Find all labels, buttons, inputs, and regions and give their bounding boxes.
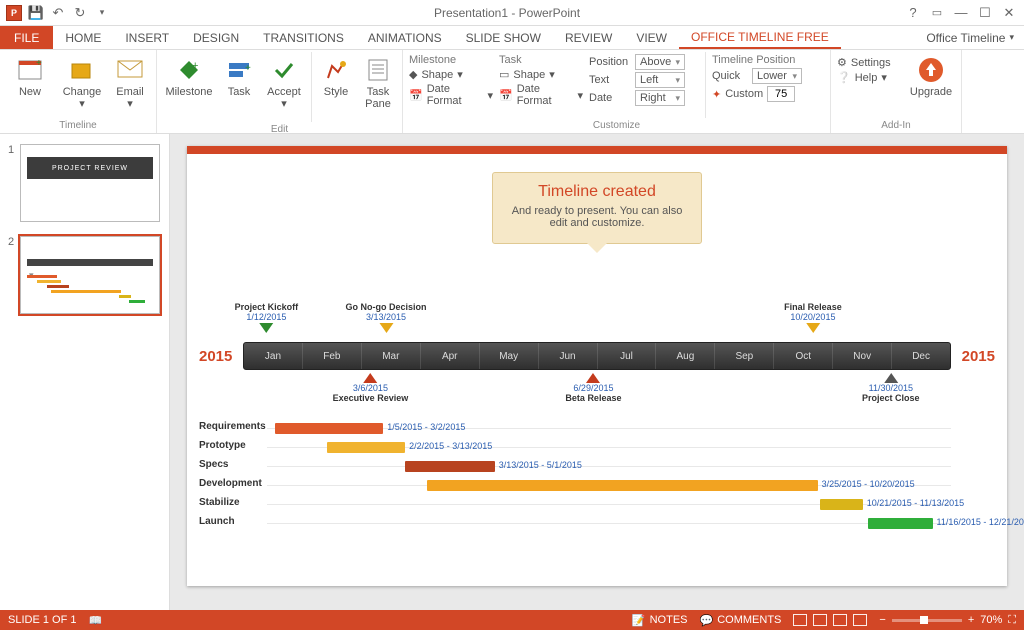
svg-text:+: + [192, 60, 198, 72]
zoom-level[interactable]: 70% [980, 614, 1002, 626]
milestone-go-no-go-decision[interactable]: Go No-go Decision3/13/2015 [346, 302, 427, 333]
tab-home[interactable]: HOME [53, 26, 113, 49]
milestone-beta-release[interactable]: 6/29/2015Beta Release [565, 372, 621, 403]
office-timeline-menu[interactable]: Office Timeline ▾ [916, 26, 1024, 49]
ribbon-options-icon[interactable]: ▭ [926, 3, 948, 23]
slide-indicator: SLIDE 1 OF 1 [8, 614, 76, 626]
notes-button[interactable]: 📝 NOTES [632, 614, 688, 627]
tab-animations[interactable]: ANIMATIONS [356, 26, 454, 49]
window-title: Presentation1 - PowerPoint [112, 6, 902, 20]
tab-file[interactable]: FILE [0, 26, 53, 49]
status-bar: SLIDE 1 OF 1 📖 📝 NOTES 💬 COMMENTS − + 70… [0, 610, 1024, 630]
qat-customize[interactable]: ▾ [92, 3, 112, 23]
task-button[interactable]: +Task [221, 52, 257, 98]
tab-slide-show[interactable]: SLIDE SHOW [454, 26, 553, 49]
normal-view-icon[interactable] [793, 614, 807, 626]
task-development[interactable]: Development3/25/2015 - 10/20/2015 [187, 477, 951, 494]
svg-text:+: + [245, 63, 251, 74]
milestone-final-release[interactable]: Final Release10/20/2015 [784, 302, 842, 333]
tab-office-timeline-free[interactable]: OFFICE TIMELINE FREE [679, 26, 841, 49]
quick-select[interactable]: Lower [752, 68, 802, 84]
tab-review[interactable]: REVIEW [553, 26, 624, 49]
timeline-months: JanFebMarAprMayJunJulAugSepOctNovDec [243, 342, 951, 370]
reading-view-icon[interactable] [833, 614, 847, 626]
fit-window-icon[interactable]: ⛶ [1008, 614, 1016, 627]
close-icon[interactable]: ✕ [998, 3, 1020, 23]
task-shape-button[interactable]: ▭ Shape ▾ [499, 68, 583, 81]
milestone-project-close[interactable]: 11/30/2015Project Close [862, 372, 920, 403]
milestone-button[interactable]: +Milestone [163, 52, 215, 98]
position-select[interactable]: Above [635, 54, 685, 70]
thumbnail-2[interactable] [20, 236, 160, 314]
task-prototype[interactable]: Prototype2/2/2015 - 3/13/2015 [187, 439, 951, 456]
sorter-view-icon[interactable] [813, 614, 827, 626]
slide-canvas[interactable]: Timeline created And ready to present. Y… [187, 146, 1007, 586]
spellcheck-icon[interactable]: 📖 [88, 614, 102, 627]
ribbon-group-edit: +Milestone +Task Accept▾ Style Task Pane… [157, 50, 403, 133]
zoom-slider[interactable] [892, 619, 962, 622]
tab-transitions[interactable]: TRANSITIONS [251, 26, 356, 49]
qat-redo[interactable]: ↻ [70, 3, 90, 23]
text-select[interactable]: Left [635, 72, 685, 88]
app-icon[interactable]: P [4, 3, 24, 23]
qat-save[interactable]: 💾 [26, 3, 46, 23]
svg-text:+: + [36, 58, 42, 69]
minimize-icon[interactable]: — [950, 3, 972, 23]
task-specs[interactable]: Specs3/13/2015 - 5/1/2015 [187, 458, 951, 475]
slideshow-view-icon[interactable] [853, 614, 867, 626]
tab-design[interactable]: DESIGN [181, 26, 251, 49]
ribbon-group-customize: Milestone ◆ Shape ▾ 📅 Date Format ▾ Task… [403, 50, 831, 133]
settings-button[interactable]: ⚙ Settings [837, 56, 901, 69]
milestone-shape-button[interactable]: ◆ Shape ▾ [409, 68, 493, 81]
email-button[interactable]: Email▾ [110, 52, 150, 110]
tab-view[interactable]: VIEW [624, 26, 679, 49]
custom-position-input[interactable] [767, 86, 795, 102]
zoom-out-icon[interactable]: − [879, 614, 885, 626]
task-dateformat-button[interactable]: 📅 Date Format ▾ [499, 83, 583, 107]
milestone-project-kickoff[interactable]: Project Kickoff1/12/2015 [235, 302, 299, 333]
milestone-dateformat-button[interactable]: 📅 Date Format ▾ [409, 83, 493, 107]
ribbon-group-addin: ⚙ Settings ❔ Help ▾ Upgrade Add-In [831, 50, 962, 133]
task-requirements[interactable]: Requirements1/5/2015 - 3/2/2015 [187, 420, 951, 437]
slide-thumbnails: 1 PROJECT REVIEW 2 [0, 134, 170, 610]
comments-button[interactable]: 💬 COMMENTS [700, 614, 782, 627]
task-launch[interactable]: Launch11/16/2015 - 12/21/2015 [187, 515, 951, 532]
change-button[interactable]: Change▾ [60, 52, 104, 110]
new-button[interactable]: +New [6, 52, 54, 98]
maximize-icon[interactable]: ☐ [974, 3, 996, 23]
info-callout: Timeline created And ready to present. Y… [492, 172, 702, 244]
slide-editor[interactable]: Timeline created And ready to present. Y… [170, 134, 1024, 610]
milestone-executive-review[interactable]: 3/6/2015Executive Review [333, 372, 409, 403]
style-button[interactable]: Style [318, 52, 354, 98]
ribbon-group-timeline: +New Change▾ Email▾ Timeline [0, 50, 157, 133]
task-pane-button[interactable]: Task Pane [360, 52, 396, 110]
help-icon[interactable]: ? [902, 3, 924, 23]
accept-button[interactable]: Accept▾ [263, 52, 305, 110]
tab-insert[interactable]: INSERT [113, 26, 181, 49]
help-button[interactable]: ❔ Help ▾ [837, 71, 901, 84]
year-left: 2015 [199, 348, 232, 365]
upgrade-button[interactable]: Upgrade [907, 52, 955, 98]
year-right: 2015 [962, 348, 995, 365]
qat-undo[interactable]: ↶ [48, 3, 68, 23]
task-stabilize[interactable]: Stabilize10/21/2015 - 11/13/2015 [187, 496, 951, 513]
thumbnail-1[interactable]: PROJECT REVIEW [20, 144, 160, 222]
zoom-in-icon[interactable]: + [968, 614, 974, 626]
date-select[interactable]: Right [635, 90, 685, 106]
